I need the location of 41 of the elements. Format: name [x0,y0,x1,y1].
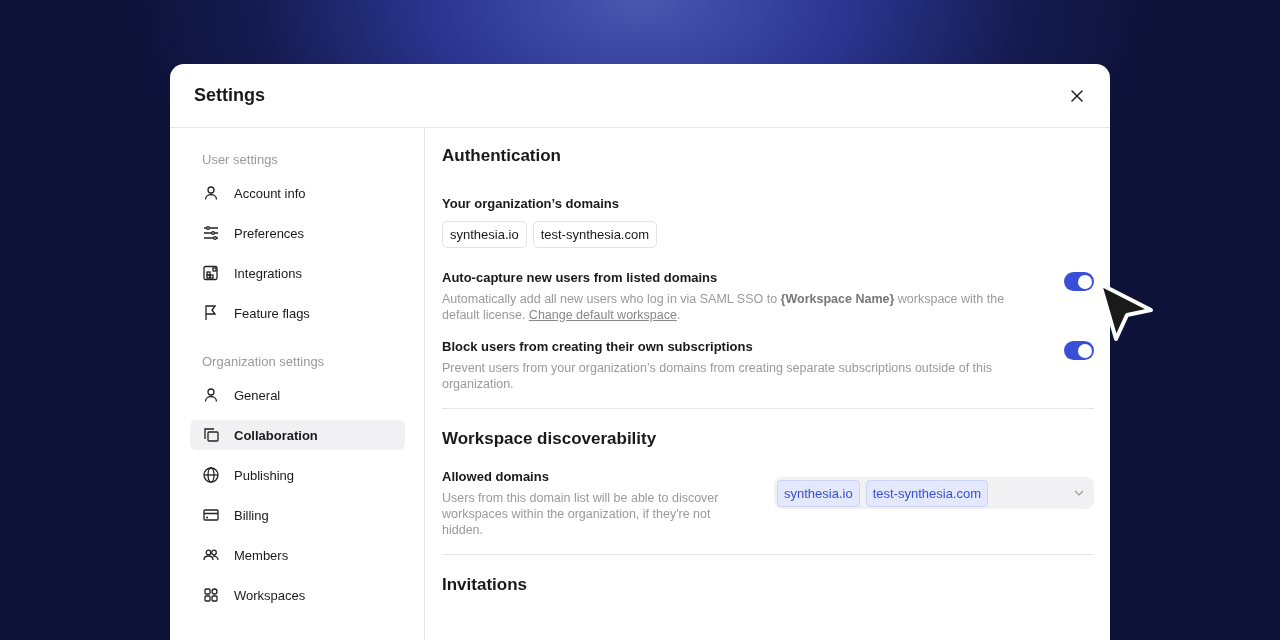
person-icon [202,386,220,404]
domain-tag[interactable]: test-synthesia.com [865,479,989,507]
grid-icon [202,586,220,604]
toggle-description: Prevent users from your organization’s domains from creating separate subscriptions outside of this organization. [442,360,994,392]
sidebar-item[interactable]: Integrations [190,258,405,288]
card-icon [202,506,220,524]
toggle-label: Block users from creating their own subscriptions [442,339,754,354]
sidebar-item[interactable]: Members [190,540,405,570]
section-heading: Invitations [442,575,528,595]
sidebar-item[interactable]: Account info [190,178,405,208]
domain-chip: test-synthesia.com [532,221,658,248]
chat-icon [202,426,220,444]
apps-icon [202,264,220,282]
field-label: Your organization’s domains [442,196,620,211]
change-workspace-link[interactable]: Change default workspace [528,308,677,322]
domain-chip: synthesia.io [442,221,527,248]
field-label: Allowed domains [442,469,550,484]
field-description: Users from this domain list will be able to discover workspaces within the organization, if they're not hidden. [442,490,720,538]
toggle-label: Auto-capture new users from listed domains [442,270,719,285]
close-icon [1070,88,1084,103]
domain-select[interactable]: synthesia.io test-synthesia.com [774,477,1094,509]
toggle-switch[interactable] [1064,341,1094,360]
globe-icon [202,466,220,484]
person-icon [202,184,220,202]
sidebar-item[interactable]: General [190,380,405,410]
toggle-description: Automatically add all new users who log in via SAML SSO to {Workspace Name} workspace with the default license. Change default workspace. [442,291,1006,323]
sidebar-item[interactable]: Publishing [190,460,405,490]
sidebar-item[interactable]: Billing [190,500,405,530]
chevron-down-icon [1074,490,1084,496]
section-heading: Workspace discoverability [442,429,658,449]
toggle-switch[interactable] [1064,272,1094,291]
sidebar-section-label: User settings [201,151,279,169]
sidebar-item[interactable]: Feature flags [190,298,405,328]
sidebar-item[interactable]: Workspaces [190,580,405,610]
domain-tag[interactable]: synthesia.io [777,479,860,507]
sidebar-item[interactable]: Preferences [190,218,405,248]
sidebar-item[interactable]: Collaboration [190,420,405,450]
sliders-icon [202,224,220,242]
dialog-title: Settings [194,85,265,106]
section-heading: Authentication [442,146,562,166]
sidebar-section-label: Organization settings [201,353,326,371]
